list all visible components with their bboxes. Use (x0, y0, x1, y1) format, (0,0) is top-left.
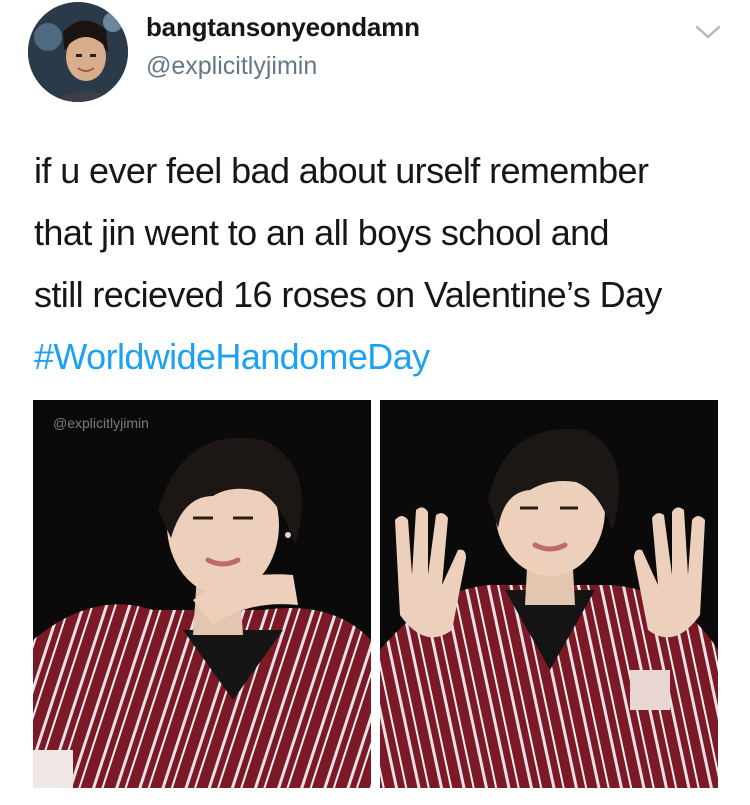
media-photo-left[interactable]: @explicitlyjimin (33, 400, 371, 788)
tweet: bangtansonyeondamn @explicitlyjimin if u… (0, 0, 750, 805)
photo-image (380, 400, 718, 788)
author-handle[interactable]: @explicitlyjimin (146, 52, 317, 81)
photo-image (33, 400, 371, 788)
profile-photo-icon (28, 2, 128, 102)
tweet-media: @explicitlyjimin (33, 400, 718, 788)
media-photo-right[interactable] (380, 400, 718, 788)
author-display-name[interactable]: bangtansonyeondamn (146, 12, 420, 43)
tweet-text-line: if u ever feel bad about urself remember (34, 150, 649, 191)
photo-watermark: @explicitlyjimin (53, 415, 149, 431)
author-avatar[interactable] (28, 2, 128, 102)
tweet-text: if u ever feel bad about urself remember… (34, 140, 734, 388)
tweet-text-line: that jin went to an all boys school and (34, 212, 610, 253)
tweet-text-line: still recieved 16 roses on Valentine’s D… (34, 274, 662, 315)
chevron-down-icon[interactable] (694, 22, 722, 42)
hashtag-link[interactable]: #WorldwideHandomeDay (34, 326, 734, 388)
